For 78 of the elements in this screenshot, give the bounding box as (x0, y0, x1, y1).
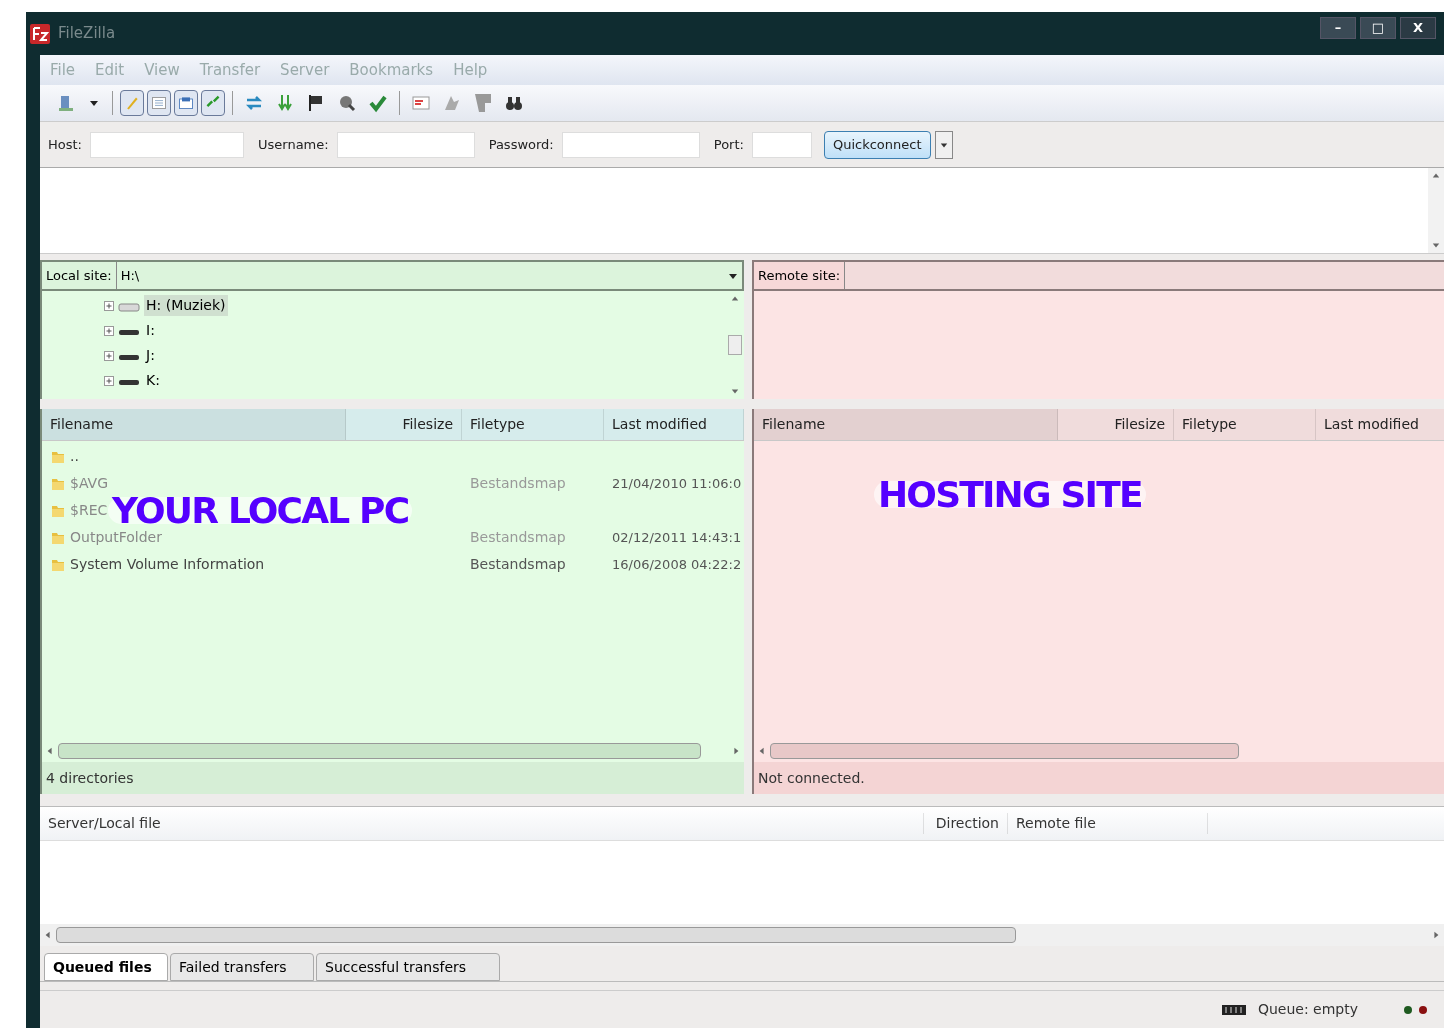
field-label: Username: (258, 135, 329, 154)
tab[interactable]: Failed transfers (170, 953, 314, 981)
tab[interactable]: Queued files (44, 953, 168, 981)
overlay-label: HOSTING SITE (874, 481, 1146, 508)
modified-date: 16/06/2008 04:22:2 (612, 557, 742, 572)
scroll-right-icon[interactable] (732, 747, 740, 755)
file-type: Bestandsmap (470, 475, 566, 491)
caret-icon (89, 98, 99, 108)
scrollbar-thumb[interactable] (770, 743, 1239, 759)
modified-date: 21/04/2010 11:06:0 (612, 476, 742, 491)
scroll-left-icon[interactable] (44, 931, 52, 939)
tree-item[interactable]: K: (144, 370, 162, 391)
file-name: $AVG (70, 474, 108, 493)
tree-item[interactable]: J: (144, 345, 157, 366)
field-label: Password: (488, 135, 554, 154)
file-name: $REC (70, 501, 108, 520)
scroll-up-icon[interactable] (1432, 172, 1440, 180)
maximize-button[interactable]: □ (1360, 16, 1396, 39)
minimize-button[interactable]: – (1320, 16, 1356, 39)
password-field[interactable] (561, 131, 700, 158)
caret-icon (939, 140, 948, 149)
expand-icon[interactable] (104, 350, 114, 361)
column-header[interactable]: Last modified (1316, 409, 1444, 440)
scroll-left-icon[interactable] (46, 747, 54, 755)
modified-date: 02/12/2011 14:43:1 (612, 530, 742, 545)
quickconnect-button[interactable]: Quickconnect (823, 130, 931, 159)
file-type: Bestandsmap (470, 556, 566, 572)
status-text: Not connected. (758, 768, 865, 788)
file-type: Bestandsmap (470, 529, 566, 545)
server-icon (56, 93, 76, 113)
app-logo-icon (30, 23, 50, 44)
column-header[interactable]: Filename (42, 409, 346, 440)
file-name: OutputFolder (70, 528, 162, 547)
column-header[interactable]: Filename (754, 409, 1058, 440)
column-header[interactable]: Filesize (1058, 409, 1174, 440)
scrollbar-thumb[interactable] (728, 335, 742, 355)
list-icon (151, 95, 167, 111)
column-header[interactable]: Filetype (1174, 409, 1316, 440)
local-path-dropdown[interactable]: H:\ (116, 265, 742, 286)
scroll-right-icon[interactable] (1432, 931, 1440, 939)
overlay-label: YOUR LOCAL PC (108, 497, 413, 524)
column-header[interactable]: Filetype (462, 409, 604, 440)
column-header[interactable]: Last modified (604, 409, 744, 440)
dropdown-button[interactable] (934, 130, 953, 159)
file-name: .. (70, 447, 79, 466)
file-name: System Volume Information (70, 555, 265, 574)
host-field[interactable] (90, 131, 244, 158)
filter-icon (411, 93, 431, 113)
field-label: Port: (713, 135, 744, 154)
column-header[interactable]: Filesize (346, 409, 462, 440)
checkmark-icon (368, 93, 388, 113)
folder-tree-icon (178, 95, 194, 111)
scroll-up-icon[interactable] (731, 295, 739, 303)
tree-item[interactable]: I: (144, 320, 157, 341)
scrollbar-thumb[interactable] (58, 743, 702, 759)
status-text: 4 directories (46, 768, 134, 788)
expand-icon[interactable] (104, 325, 114, 336)
expand-icon[interactable] (104, 300, 114, 311)
window-title: FileZilla (58, 23, 116, 45)
username-field[interactable] (336, 131, 475, 158)
column-header[interactable]: Server/Local file (40, 813, 924, 834)
column-header[interactable]: Remote file (1008, 813, 1208, 834)
scroll-left-icon[interactable] (758, 747, 766, 755)
scrollbar-thumb[interactable] (56, 927, 1017, 943)
queue-status: Queue: empty (1257, 1000, 1358, 1019)
column-header[interactable]: Direction (924, 813, 1008, 834)
down-arrows-icon (275, 93, 295, 113)
tree-item[interactable]: H: (Muziek) (144, 295, 228, 316)
queue-icon (1221, 1004, 1246, 1015)
expand-icon[interactable] (104, 375, 114, 386)
local-site-label: Local site: (42, 262, 117, 289)
scroll-down-icon[interactable] (731, 387, 739, 395)
field-label: Host: (48, 135, 82, 154)
port-field[interactable] (751, 131, 812, 158)
tab[interactable]: Successful transfers (316, 953, 500, 981)
pencil-icon (124, 95, 140, 111)
close-button[interactable]: X (1400, 16, 1436, 39)
scroll-down-icon[interactable] (1432, 241, 1440, 249)
